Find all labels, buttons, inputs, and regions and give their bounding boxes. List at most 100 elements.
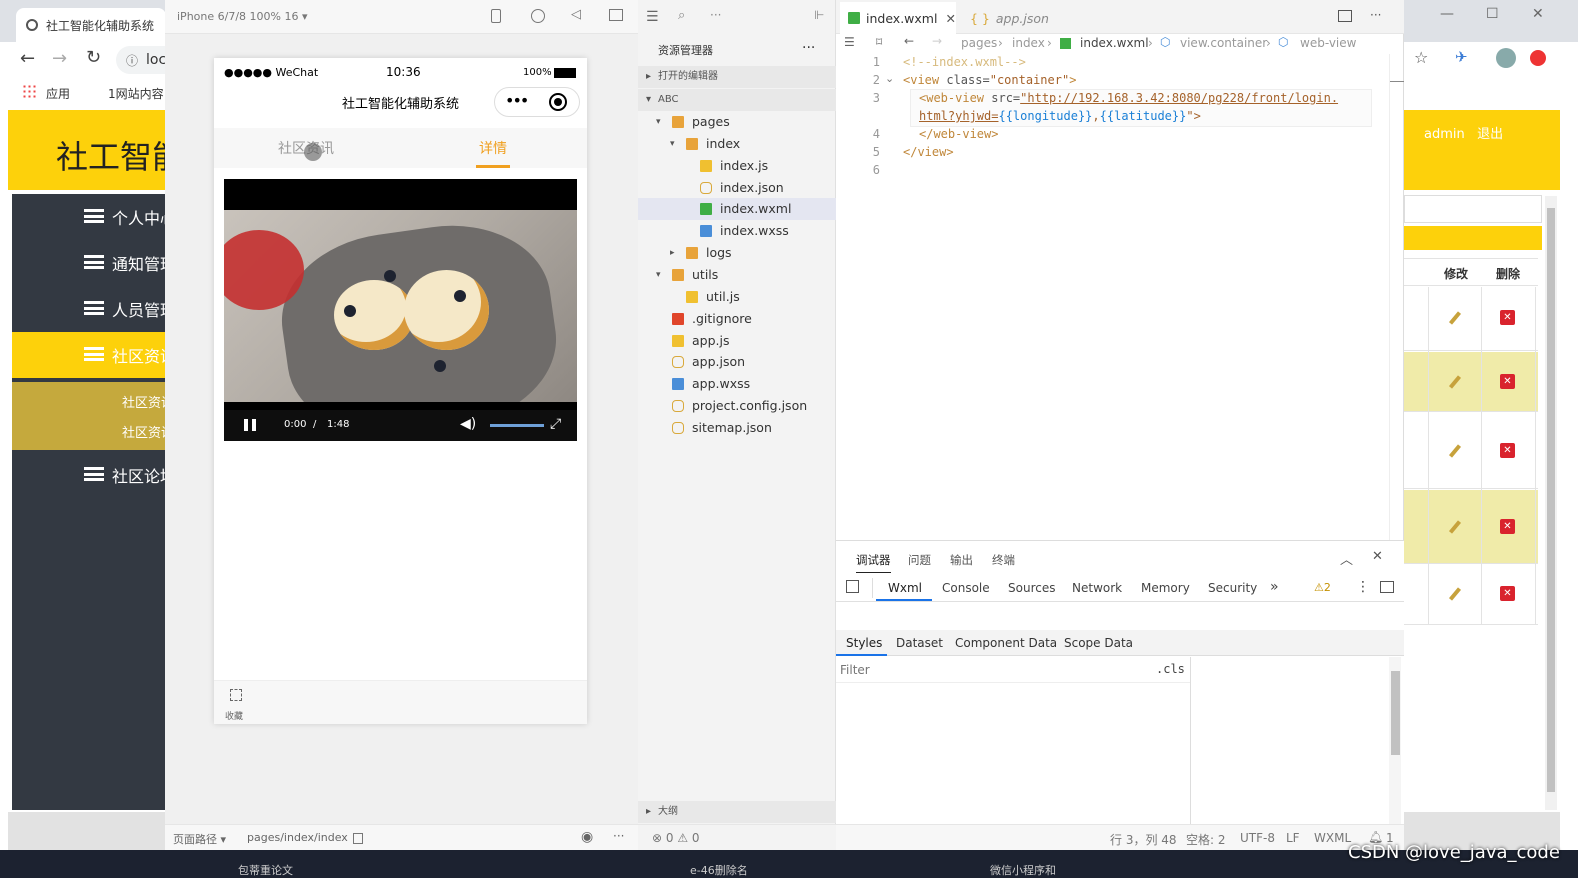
warning-badge[interactable]: ⚠2 [1314,581,1331,594]
bookmark-icon[interactable]: ⌑ [876,35,882,49]
more-dots-icon[interactable]: ••• [505,91,529,110]
tool-wxml[interactable]: Wxml [888,581,922,595]
star-icon[interactable]: ☆ [1414,48,1428,67]
chevron-up-icon[interactable]: ︿ [1340,549,1353,568]
list-icon[interactable]: ☰ [646,9,659,25]
tool-network[interactable]: Network [1072,581,1122,595]
close-target-icon[interactable] [549,93,567,111]
more-icon[interactable]: ··· [613,829,624,843]
page-scrollbar[interactable] [1545,196,1557,810]
language-mode[interactable]: WXML [1314,831,1351,845]
breadcrumb-item[interactable]: index.wxml [1080,36,1149,50]
copy-icon[interactable] [353,833,363,844]
back-icon[interactable]: ← [20,48,35,69]
file-tree-item[interactable]: index.json [638,177,836,199]
tool-sources[interactable]: Sources [1008,581,1055,595]
fold-chevron-icon[interactable]: ⌄ [885,72,894,85]
file-tree-item[interactable]: app.json [638,351,836,373]
sidebar-item-notice[interactable]: 通知管理 [12,240,166,286]
styles-scrollbar[interactable] [1389,657,1401,824]
delete-icon[interactable]: ✕ [1500,310,1515,325]
tab-output[interactable]: 输出 [950,552,973,568]
file-tree-item[interactable]: index.wxml [638,198,836,221]
breadcrumb-item[interactable]: pages [961,36,997,50]
file-tree-item[interactable]: ▾ utils [638,264,836,286]
file-tree-item[interactable]: ▾ index [638,133,836,155]
capsule-menu[interactable]: ••• [494,87,580,117]
delete-icon[interactable]: ✕ [1500,443,1515,458]
more-icon[interactable]: ··· [710,8,721,22]
file-tree-item[interactable]: .gitignore [638,308,836,330]
inspect-icon[interactable] [846,580,859,593]
reload-icon[interactable]: ↻ [86,47,101,68]
sidebar-item-forum[interactable]: 社区论坛 [12,452,166,498]
subtab-dataset[interactable]: Dataset [896,636,943,650]
kebab-menu-icon[interactable]: ⋮ [1356,579,1370,595]
tool-memory[interactable]: Memory [1141,581,1190,595]
apps-icon[interactable] [22,84,36,98]
forward-icon[interactable]: → [52,48,67,69]
tab-problems[interactable]: 问题 [908,552,931,568]
file-tree-item[interactable]: project.config.json [638,395,836,417]
device-select[interactable]: iPhone 6/7/8 100% 16 ▾ [177,10,308,23]
delete-icon[interactable]: ✕ [1500,586,1515,601]
close-icon[interactable]: ✕ [1532,6,1544,22]
explorer-more-icon[interactable]: ··· [802,40,815,56]
browser-tab[interactable]: 社工智能化辅助系统 [16,8,166,42]
forward-icon[interactable]: → [932,34,942,48]
extension-icon[interactable]: ✈ [1455,48,1468,66]
file-tree-item[interactable]: index.wxss [638,220,836,242]
record-icon[interactable] [531,9,545,23]
pause-icon[interactable] [244,419,256,431]
open-editors-section[interactable]: ▸ 打开的编辑器 [638,66,836,88]
file-tree-item[interactable]: ▾ pages [638,111,836,133]
breadcrumb-item[interactable]: web-view [1300,36,1356,50]
split-icon[interactable]: ⊩ [814,8,824,22]
list-icon[interactable]: ☰ [844,35,855,49]
subtab-styles[interactable]: Styles [846,636,882,650]
taskbar-item[interactable]: 微信小程序和 [990,862,1056,878]
fullscreen-icon[interactable]: ⤢ [550,416,561,432]
tool-console[interactable]: Console [942,581,990,595]
phone-icon[interactable] [491,9,501,23]
delete-icon[interactable]: ✕ [1500,374,1515,389]
file-tree-item[interactable]: ▸ logs [638,242,836,264]
sidebar-item-people[interactable]: 人员管理 [12,286,166,332]
subtab-scope-data[interactable]: Scope Data [1064,636,1133,650]
editor-tab-index-wxml[interactable]: index.wxml ✕ [840,2,956,34]
indent-setting[interactable]: 空格: 2 [1186,831,1226,848]
bookmark-apps[interactable]: 应用 [46,85,70,102]
taskbar-item[interactable]: 包蒂重论文 [238,862,293,878]
page-path-label[interactable]: 页面路径 ▾ [173,831,226,847]
editor-minimap[interactable] [1389,54,1404,540]
tab-detail[interactable]: 详情 [479,138,507,158]
avatar[interactable] [1496,48,1516,68]
logout-link[interactable]: 退出 [1477,127,1503,142]
breadcrumb-item[interactable]: view.container [1180,36,1267,50]
favorite-icon[interactable] [230,689,242,701]
encoding[interactable]: UTF-8 [1240,831,1275,845]
delete-icon[interactable]: ✕ [1500,519,1515,534]
search-icon[interactable]: ⌕ [678,8,685,23]
tab-debugger[interactable]: 调试器 [856,552,891,573]
project-section[interactable]: ▾ ABC [638,89,836,111]
line-ending[interactable]: LF [1286,831,1300,845]
file-tree-item[interactable]: app.js [638,330,836,352]
undock-icon[interactable] [1380,581,1394,593]
subtab-component-data[interactable]: Component Data [955,636,1057,650]
cursor-position[interactable]: 行 3，列 48 [1110,831,1177,848]
back-icon[interactable]: ← [904,34,914,48]
split-editor-icon[interactable] [1338,10,1352,22]
breadcrumb-item[interactable]: index [1012,36,1045,50]
maximize-icon[interactable]: ☐ [1486,6,1499,22]
tab-terminal[interactable]: 终端 [992,552,1015,568]
sidebar-item-news[interactable]: 社区资讯 [12,332,166,378]
file-tree-item[interactable]: sitemap.json [638,417,836,439]
bookmark-site[interactable]: 1网站内容 [108,85,164,102]
file-tree-item[interactable]: util.js [638,286,836,308]
tools-overflow-icon[interactable]: » [1270,579,1279,595]
problems-count[interactable]: ⊗ 0 ⚠ 0 [652,831,700,845]
cls-toggle[interactable]: .cls [1156,662,1185,676]
minimize-icon[interactable]: — [1440,6,1454,22]
filter-input[interactable] [840,660,1140,680]
